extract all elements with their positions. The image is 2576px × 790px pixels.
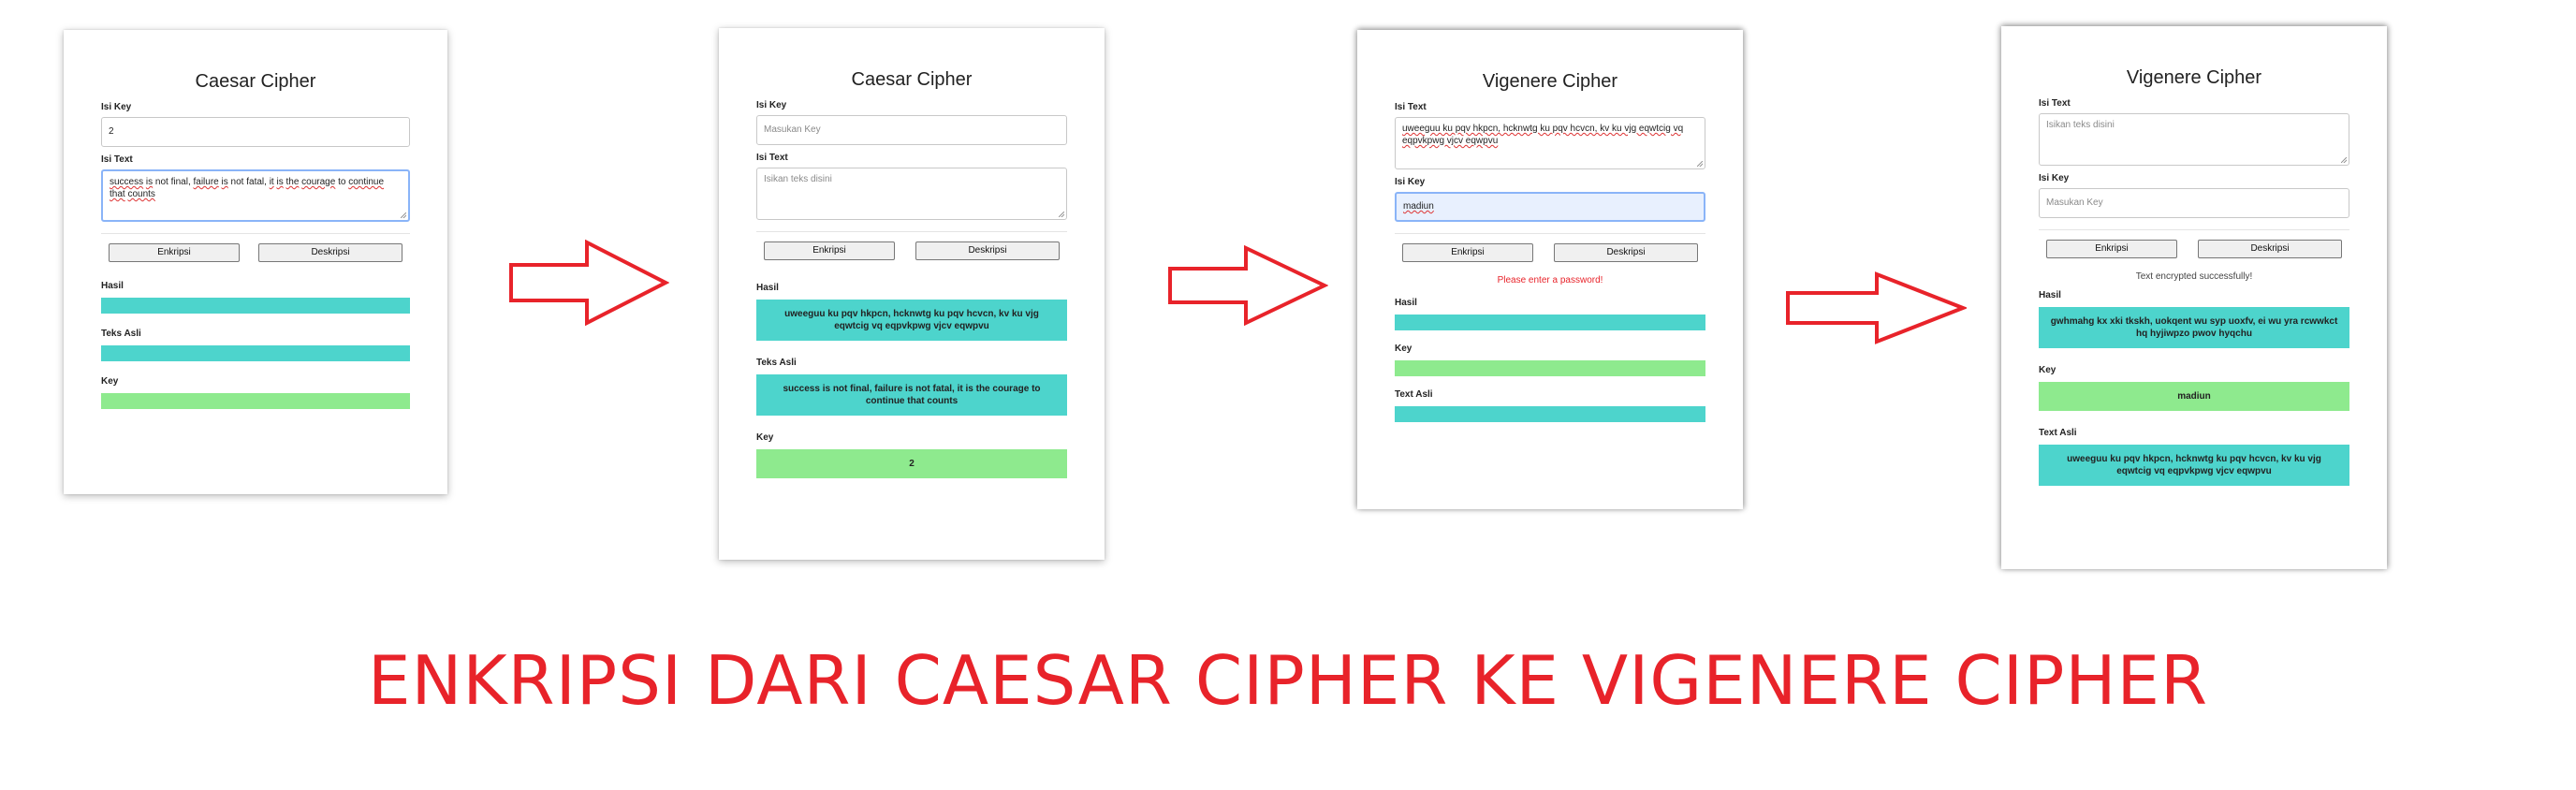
vigenere-panel-result: Vigenere Cipher Isi Text Isikan teks dis…	[2001, 26, 2387, 569]
original-text-label: Teks Asli	[101, 329, 141, 339]
success-message: Text encrypted successfully!	[2135, 271, 2253, 282]
caesar-panel-result: Caesar Cipher Isi Key Masukan Key Isi Te…	[719, 28, 1105, 560]
text-input[interactable]: success is not final, failure is not fat…	[101, 169, 410, 222]
text-input-word: that	[110, 189, 125, 199]
encrypt-button[interactable]: Enkripsi	[1402, 243, 1533, 262]
text-input-word: counts	[127, 189, 155, 199]
arrow-right-outline-icon	[1786, 271, 1967, 344]
text-field-label: Isi Text	[1395, 102, 1427, 112]
key-field-label: Isi Key	[1395, 177, 1426, 187]
original-text-label: Text Asli	[1395, 389, 1433, 400]
key-output-label: Key	[101, 376, 119, 387]
original-text-output: success is not final, failure is not fat…	[756, 374, 1067, 416]
text-input-value: uweeguu ku pqv hkpcn, hcknwtg ku pqv hcv…	[1402, 124, 1684, 146]
text-input-word: continue	[348, 177, 385, 187]
text-input-word: failure	[193, 177, 219, 187]
button-row: Enkripsi Deskripsi	[2046, 240, 2342, 258]
arrow-right-outline-icon	[1168, 245, 1328, 326]
key-output-label: Key	[756, 432, 774, 443]
key-output	[1395, 360, 1705, 376]
panel-title: Vigenere Cipher	[2126, 67, 2262, 88]
error-message: Please enter a password!	[1497, 275, 1603, 285]
key-input[interactable]: madiun	[1395, 192, 1705, 222]
arrow-right-outline-icon	[509, 240, 669, 326]
key-field-label: Isi Key	[756, 100, 787, 110]
text-input-word: not final,	[153, 177, 194, 187]
result-output	[1395, 315, 1705, 330]
key-input-value: madiun	[1403, 201, 1434, 212]
key-input[interactable]: 2	[101, 117, 410, 147]
decrypt-button[interactable]: Deskripsi	[915, 241, 1060, 260]
decrypt-button[interactable]: Deskripsi	[258, 243, 402, 262]
text-input[interactable]: Isikan teks disini	[2039, 113, 2349, 166]
encrypt-button[interactable]: Enkripsi	[764, 241, 895, 260]
panel-title: Caesar Cipher	[195, 71, 316, 92]
button-row: Enkripsi Deskripsi	[1402, 243, 1698, 262]
text-field-label: Isi Text	[2039, 98, 2071, 109]
text-input-word: it	[269, 177, 274, 187]
result-output: gwhmahg kx xki tkskh, uokqent wu syp uox…	[2039, 307, 2349, 348]
original-text-output	[1395, 406, 1705, 422]
original-text-label: Text Asli	[2039, 428, 2077, 438]
result-label: Hasil	[2039, 290, 2061, 300]
divider	[756, 231, 1067, 232]
key-output-label: Key	[1395, 344, 1412, 354]
vigenere-panel-input: Vigenere Cipher Isi Text uweeguu ku pqv …	[1357, 30, 1743, 509]
text-input-word: success	[110, 177, 144, 187]
text-input-word: is	[221, 177, 228, 187]
text-input[interactable]: Isikan teks disini	[756, 168, 1067, 220]
result-label: Hasil	[756, 283, 779, 293]
page-caption: ENKRIPSI DARI CAESAR CIPHER KE VIGENERE …	[367, 641, 2209, 720]
panel-title: Caesar Cipher	[851, 69, 973, 90]
original-text-label: Teks Asli	[756, 358, 797, 368]
encrypt-button[interactable]: Enkripsi	[109, 243, 240, 262]
caesar-panel-input: Caesar Cipher Isi Key 2 Isi Text success…	[64, 30, 447, 494]
divider	[101, 233, 410, 234]
text-input-word: to	[335, 177, 349, 187]
key-output: madiun	[2039, 382, 2349, 411]
text-input-word: is	[276, 177, 284, 187]
key-input[interactable]: Masukan Key	[2039, 188, 2349, 218]
button-row: Enkripsi Deskripsi	[764, 241, 1060, 260]
result-label: Hasil	[101, 281, 124, 291]
result-output: uweeguu ku pqv hkpcn, hcknwtg ku pqv hcv…	[756, 300, 1067, 341]
button-row: Enkripsi Deskripsi	[109, 243, 402, 262]
decrypt-button[interactable]: Deskripsi	[1554, 243, 1698, 262]
key-output-label: Key	[2039, 365, 2056, 375]
original-text-output	[101, 345, 410, 361]
key-input[interactable]: Masukan Key	[756, 115, 1067, 145]
original-text-output: uweeguu ku pqv hkpcn, hcknwtg ku pqv hcv…	[2039, 445, 2349, 486]
text-input-word: not fatal,	[227, 177, 270, 187]
panel-title: Vigenere Cipher	[1482, 71, 1618, 92]
text-field-label: Isi Text	[756, 153, 788, 163]
result-output	[101, 298, 410, 314]
decrypt-button[interactable]: Deskripsi	[2198, 240, 2342, 258]
text-input-word: courage	[301, 177, 336, 187]
key-output: 2	[756, 449, 1067, 478]
text-input[interactable]: uweeguu ku pqv hkpcn, hcknwtg ku pqv hcv…	[1395, 117, 1705, 169]
divider	[1395, 233, 1705, 234]
key-field-label: Isi Key	[2039, 173, 2070, 183]
key-output	[101, 393, 410, 409]
key-field-label: Isi Key	[101, 102, 132, 112]
encrypt-button[interactable]: Enkripsi	[2046, 240, 2177, 258]
text-input-word: the	[285, 177, 300, 187]
divider	[2039, 229, 2349, 230]
text-field-label: Isi Text	[101, 154, 133, 165]
result-label: Hasil	[1395, 298, 1417, 308]
